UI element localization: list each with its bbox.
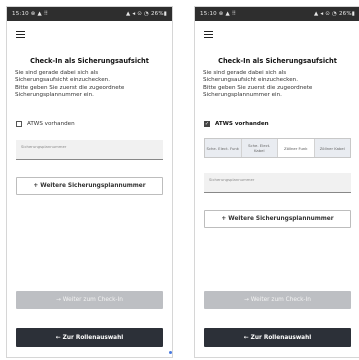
segment-sche-elect-funk[interactable]: Sche. Elect. Funk xyxy=(205,139,242,157)
segment-sche-elect-kabel[interactable]: Sche. Elect. Kabel xyxy=(241,139,278,157)
atws-checkbox-checked[interactable]: ✓ xyxy=(204,121,210,127)
atws-checkbox-label: ATWS vorhanden xyxy=(27,121,75,127)
intro-line: Sicherungsaufsicht einzuchecken. xyxy=(203,77,298,84)
sicherungsplannummer-input[interactable]: Sicherungsplannummer xyxy=(204,173,351,193)
back-role-selection-button[interactable]: ← Zur Rollenauswahl xyxy=(16,328,163,347)
intro-line: Sie sind gerade dabei sich als xyxy=(15,70,99,76)
atws-checkbox-row[interactable]: ✓ ATWS vorhanden xyxy=(204,121,269,127)
atws-type-segmented-control: Sche. Elect. Funk Sche. Elect. Kabel Zöl… xyxy=(204,138,351,158)
atws-checkbox-row[interactable]: ATWS vorhanden xyxy=(16,121,75,127)
intro-text: Sie sind gerade dabei sich als Sicherung… xyxy=(203,70,352,100)
intro-line: Sicherungsplannummer ein. xyxy=(203,92,282,99)
intro-line: Sicherungsplannummer ein. xyxy=(15,92,94,99)
atws-checkbox-label: ATWS vorhanden xyxy=(215,121,269,127)
status-bar: 15:10 ⊗ ▲ ⠿ ▲ ◂ ⊙ ◔ 26%▮ xyxy=(195,7,359,21)
next-checkin-button[interactable]: → Weiter zum Check-In xyxy=(16,291,163,309)
input-placeholder: Sicherungsplannummer xyxy=(21,144,67,149)
phone-screen-left: 15:10 ⊗ ▲ ⠿ ▲ ◂ ⊙ ◔ 26%▮ Check-In als Si… xyxy=(6,6,173,358)
segment-zoellner-funk[interactable]: Zöllner Funk xyxy=(278,139,315,157)
status-time: 15:10 ⊗ ▲ ⠿ xyxy=(12,11,49,17)
scroll-indicator-dot xyxy=(169,351,172,354)
status-time: 15:10 ⊗ ▲ ⠿ xyxy=(200,11,237,17)
back-role-selection-button[interactable]: ← Zur Rollenauswahl xyxy=(204,328,351,347)
status-icons: ▲ ◂ ⊙ ◔ 26%▮ xyxy=(313,11,355,17)
add-sicherungsplannummer-button[interactable]: + Weitere Sicherungsplannummer xyxy=(204,210,351,228)
segment-zoellner-kabel[interactable]: Zöllner Kabel xyxy=(314,139,350,157)
status-bar: 15:10 ⊗ ▲ ⠿ ▲ ◂ ⊙ ◔ 26%▮ xyxy=(7,7,172,21)
intro-line: Sie sind gerade dabei sich als xyxy=(203,70,287,76)
page-title: Check-In als Sicherungsaufsicht xyxy=(30,57,149,65)
status-icons: ▲ ◂ ⊙ ◔ 26%▮ xyxy=(125,11,167,17)
intro-line: Bitte geben Sie zuerst die zugeordnete xyxy=(15,84,125,91)
input-placeholder: Sicherungsplannummer xyxy=(209,177,255,182)
sicherungsplannummer-input[interactable]: Sicherungsplannummer xyxy=(16,140,163,160)
phone-screen-right: 15:10 ⊗ ▲ ⠿ ▲ ◂ ⊙ ◔ 26%▮ Check-In als Si… xyxy=(194,6,359,358)
hamburger-menu-icon[interactable] xyxy=(16,31,25,38)
page-title: Check-In als Sicherungsaufsicht xyxy=(218,57,337,65)
intro-line: Sicherungsaufsicht einzuchecken. xyxy=(15,77,110,84)
add-sicherungsplannummer-button[interactable]: + Weitere Sicherungsplannummer xyxy=(16,177,163,195)
hamburger-menu-icon[interactable] xyxy=(204,31,213,38)
intro-line: Bitte geben Sie zuerst die zugeordnete xyxy=(203,84,313,91)
atws-checkbox[interactable] xyxy=(16,121,22,127)
intro-text: Sie sind gerade dabei sich als Sicherung… xyxy=(15,70,164,100)
next-checkin-button[interactable]: → Weiter zum Check-In xyxy=(204,291,351,309)
